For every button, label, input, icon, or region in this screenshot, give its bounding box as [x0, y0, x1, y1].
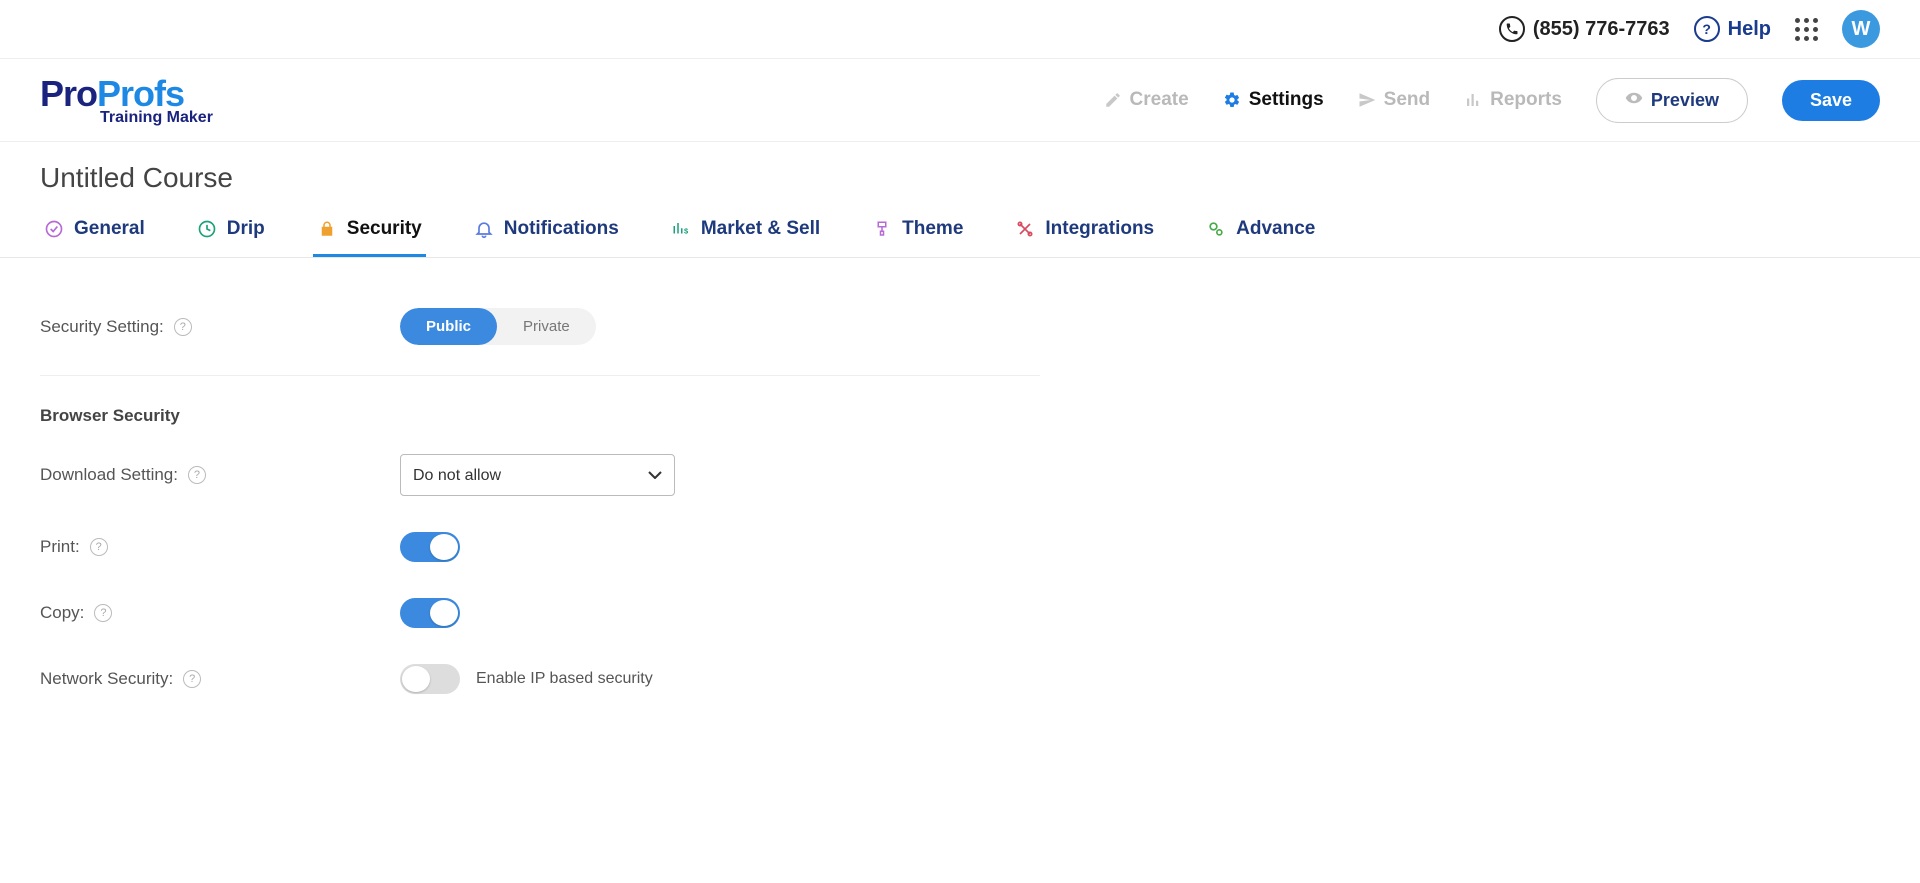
svg-text:$: $	[684, 227, 689, 236]
chart-dollar-icon: $	[671, 219, 691, 239]
print-label: Print:	[40, 537, 80, 557]
help-icon[interactable]: ?	[183, 670, 201, 688]
help-icon[interactable]: ?	[90, 538, 108, 556]
network-security-label: Network Security:	[40, 669, 173, 689]
nav-reports-label: Reports	[1490, 89, 1562, 111]
copy-label: Copy:	[40, 603, 84, 623]
phone-icon	[1499, 16, 1525, 42]
nav-settings[interactable]: Settings	[1223, 89, 1324, 111]
apps-icon[interactable]	[1795, 18, 1818, 41]
logo[interactable]: ProProfs Training Maker	[40, 73, 213, 127]
nav-settings-label: Settings	[1249, 89, 1324, 111]
page-title: Untitled Course	[40, 162, 1880, 194]
seg-private[interactable]: Private	[497, 308, 596, 345]
tab-general-label: General	[74, 218, 145, 240]
security-setting-segment: Public Private	[400, 308, 596, 345]
tab-integrations[interactable]: Integrations	[1011, 218, 1158, 257]
seg-public[interactable]: Public	[400, 308, 497, 345]
logo-part2: Profs	[97, 73, 184, 114]
logo-subtitle: Training Maker	[100, 109, 213, 127]
tools-icon	[1015, 219, 1035, 239]
save-label: Save	[1810, 90, 1852, 111]
bars-icon	[1464, 91, 1482, 109]
tab-market-sell[interactable]: $ Market & Sell	[667, 218, 824, 257]
help-group[interactable]: ? Help	[1694, 16, 1771, 42]
browser-security-header: Browser Security	[40, 406, 1040, 426]
phone-number: (855) 776-7763	[1533, 18, 1670, 41]
tab-security[interactable]: Security	[313, 218, 426, 257]
logo-part1: Pro	[40, 73, 97, 114]
tab-advance[interactable]: Advance	[1202, 218, 1319, 257]
download-setting-select[interactable]: Do not allow	[400, 454, 675, 496]
nav-create[interactable]: Create	[1104, 89, 1189, 111]
tab-advance-label: Advance	[1236, 218, 1315, 240]
check-circle-icon	[44, 219, 64, 239]
settings-tabs: General Drip Security Notifications $ Ma…	[0, 218, 1920, 258]
nav-create-label: Create	[1130, 89, 1189, 111]
row-copy: Copy: ?	[40, 580, 1040, 646]
download-setting-label: Download Setting:	[40, 465, 178, 485]
tab-security-label: Security	[347, 218, 422, 240]
print-toggle[interactable]	[400, 532, 460, 562]
nav-send[interactable]: Send	[1358, 89, 1430, 111]
gears-icon	[1206, 219, 1226, 239]
pencil-icon	[1104, 91, 1122, 109]
security-form: Security Setting: ? Public Private Brows…	[40, 290, 1040, 712]
row-network-security: Network Security: ? Enable IP based secu…	[40, 646, 1040, 712]
save-button[interactable]: Save	[1782, 80, 1880, 121]
network-security-toggle[interactable]	[400, 664, 460, 694]
send-icon	[1358, 91, 1376, 109]
tab-integrations-label: Integrations	[1045, 218, 1154, 240]
tab-theme-label: Theme	[902, 218, 963, 240]
eye-icon	[1625, 89, 1643, 112]
network-security-desc: Enable IP based security	[476, 670, 653, 688]
nav-reports[interactable]: Reports	[1464, 89, 1562, 111]
phone-group[interactable]: (855) 776-7763	[1499, 16, 1670, 42]
avatar[interactable]: W	[1842, 10, 1880, 48]
tab-drip-label: Drip	[227, 218, 265, 240]
row-download-setting: Download Setting: ? Do not allow	[40, 436, 1040, 514]
clock-icon	[197, 219, 217, 239]
row-print: Print: ?	[40, 514, 1040, 580]
tab-theme[interactable]: Theme	[868, 218, 967, 257]
security-setting-label: Security Setting:	[40, 317, 164, 337]
paint-icon	[872, 219, 892, 239]
topbar: (855) 776-7763 ? Help W	[0, 0, 1920, 59]
mainbar: ProProfs Training Maker Create Settings …	[0, 59, 1920, 142]
page: Untitled Course General Drip Security No…	[0, 142, 1920, 772]
tab-notifications-label: Notifications	[504, 218, 619, 240]
help-icon: ?	[1694, 16, 1720, 42]
row-security-setting: Security Setting: ? Public Private	[40, 290, 1040, 376]
help-label: Help	[1728, 18, 1771, 41]
bell-icon	[474, 219, 494, 239]
copy-toggle[interactable]	[400, 598, 460, 628]
help-icon[interactable]: ?	[188, 466, 206, 484]
help-icon[interactable]: ?	[94, 604, 112, 622]
preview-label: Preview	[1651, 90, 1719, 111]
gear-icon	[1223, 91, 1241, 109]
tab-market-label: Market & Sell	[701, 218, 820, 240]
preview-button[interactable]: Preview	[1596, 78, 1748, 123]
help-icon[interactable]: ?	[174, 318, 192, 336]
nav-send-label: Send	[1384, 89, 1430, 111]
tab-drip[interactable]: Drip	[193, 218, 269, 257]
lock-icon	[317, 219, 337, 239]
tab-notifications[interactable]: Notifications	[470, 218, 623, 257]
tab-general[interactable]: General	[40, 218, 149, 257]
mainnav: Create Settings Send Reports Preview	[1104, 78, 1880, 123]
